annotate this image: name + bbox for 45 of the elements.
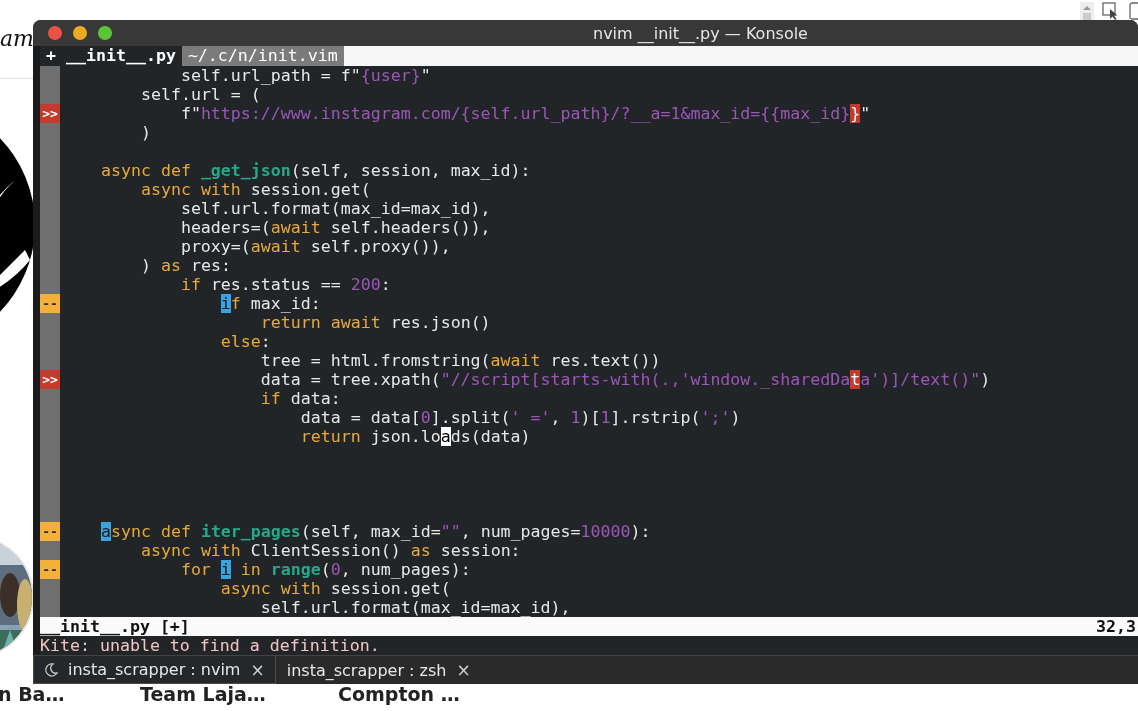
close-icon[interactable]: × (250, 659, 265, 680)
code-line: if data: (259, 389, 341, 408)
gutter-sign: -- (40, 560, 60, 579)
terminal-tab[interactable]: insta_scrapper : nvim × (33, 656, 276, 684)
cursor-position: 32,3 (1096, 617, 1136, 636)
code-line: self.url.format(max_id=max_id), (259, 598, 571, 617)
logo-text: am (0, 26, 34, 51)
code-line: else: (219, 332, 271, 351)
caption-text: Team Laja… (140, 683, 266, 705)
gutter-sign: >> (40, 104, 60, 123)
code-line: data = data[0].split(' =', 1)[1].rstrip(';') (299, 408, 741, 427)
code-line: async def _get_json(self, session, max_id): (99, 161, 531, 180)
file-name: __init__.py [+] (40, 617, 190, 636)
window-title: nvim __init__.py — Konsole (593, 24, 808, 43)
code-line: ) as res: (139, 256, 231, 275)
code-line: return await res.json() (259, 313, 491, 332)
tab-label: insta_scrapper : zsh (286, 660, 447, 680)
code-line: async with ClientSession() as session: (139, 541, 521, 560)
close-icon[interactable]: × (456, 660, 471, 680)
code-line: proxy=(await self.proxy()), (179, 237, 451, 256)
code-line: ) (139, 123, 151, 142)
caption-text: Compton … (338, 683, 460, 705)
code-line: self.url.format(max_id=max_id), (179, 199, 491, 218)
code-line: self.url_path = f"{user}" (179, 66, 431, 85)
tab-label: insta_scrapper : nvim (68, 660, 241, 679)
code-line: async with session.get( (219, 579, 451, 598)
code-line: async def iter_pages(self, max_id="", num_pages=10000): (99, 522, 651, 541)
buffer-tab[interactable]: + __init__.py (40, 46, 182, 66)
code-line: headers=(await self.headers()), (179, 218, 491, 237)
code-line: tree = html.fromstring(await res.text()) (259, 351, 661, 370)
message-text: Kite: unable to find a definition. (40, 636, 380, 655)
gutter-sign: -- (40, 294, 60, 313)
code-line: for i in range(0, num_pages): (179, 560, 471, 579)
gutter-sign: >> (40, 370, 60, 389)
gutter-sign: -- (40, 522, 60, 541)
code-line: data = tree.xpath("//script[starts-with(.,'window._sharedData')]/text()") (259, 370, 991, 389)
caption-text: n Ba… (0, 683, 65, 705)
terminal-tab[interactable]: insta_scrapper : zsh × (275, 656, 482, 684)
code-line: if max_id: (219, 294, 321, 313)
code-line: if res.status == 200: (179, 275, 391, 294)
code-line: f"https://www.instagram.com/{self.url_path}/?__a=1&max_id={{max_id}}" (179, 104, 871, 123)
code-line: return json.loads(data) (299, 427, 531, 446)
code-line: async with session.get( (139, 180, 371, 199)
buffer-tab[interactable]: ~/.c/n/init.vim (181, 46, 344, 66)
code-line: self.url = ( (139, 85, 261, 104)
